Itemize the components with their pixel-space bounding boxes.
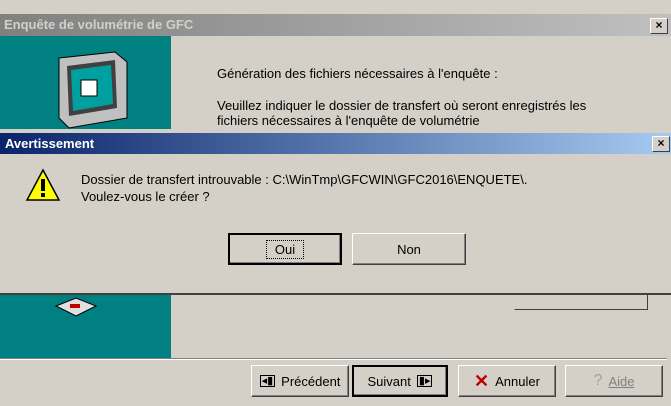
previous-label: Précédent — [281, 373, 341, 389]
no-button[interactable]: Non — [352, 233, 466, 265]
yes-label: Oui — [265, 239, 305, 259]
previous-arrow-icon: ◂▮ — [259, 375, 276, 387]
help-button[interactable]: ? Aide — [565, 365, 663, 397]
computer-icon — [58, 51, 128, 129]
dialog-message-line2: Voulez-vous le créer ? — [81, 189, 210, 204]
help-label: Aide — [608, 373, 635, 389]
wizard-heading: Génération des fichiers nécessaires à l'… — [217, 66, 498, 81]
wizard-instruction: Veuillez indiquer le dossier de transfer… — [217, 98, 586, 128]
wizard-instruction-line2: fichiers nécessaires à l'enquête de volu… — [217, 113, 480, 128]
cancel-label: Annuler — [495, 373, 540, 389]
cancel-x-icon: ✕ — [474, 370, 490, 391]
next-label: Suivant — [367, 373, 411, 389]
wizard-close-button[interactable]: × — [650, 18, 668, 34]
warning-icon — [25, 168, 61, 201]
yes-button[interactable]: Oui — [228, 233, 342, 265]
dialog-message: Dossier de transfert introuvable : C:\Wi… — [81, 171, 527, 205]
cancel-button[interactable]: ✕ Annuler — [458, 365, 556, 397]
no-label: Non — [397, 241, 421, 257]
next-button[interactable]: Suivant ▮▸ — [352, 365, 448, 397]
wizard-instruction-line1: Veuillez indiquer le dossier de transfer… — [217, 98, 587, 113]
dialog-titlebar[interactable] — [0, 133, 671, 154]
wizard-title: Enquête de volumétrie de GFC — [4, 17, 194, 32]
previous-button[interactable]: ◂▮ Précédent — [251, 365, 349, 397]
help-icon: ? — [593, 372, 603, 389]
wizard-separator — [0, 358, 667, 360]
dialog-title: Avertissement — [5, 136, 95, 151]
disk-icon — [54, 297, 98, 317]
next-arrow-icon: ▮▸ — [416, 375, 433, 387]
close-icon: × — [655, 18, 663, 32]
dialog-message-line1: Dossier de transfert introuvable : C:\Wi… — [81, 172, 528, 187]
close-icon: × — [657, 136, 665, 150]
dialog-close-button[interactable]: × — [652, 136, 670, 152]
